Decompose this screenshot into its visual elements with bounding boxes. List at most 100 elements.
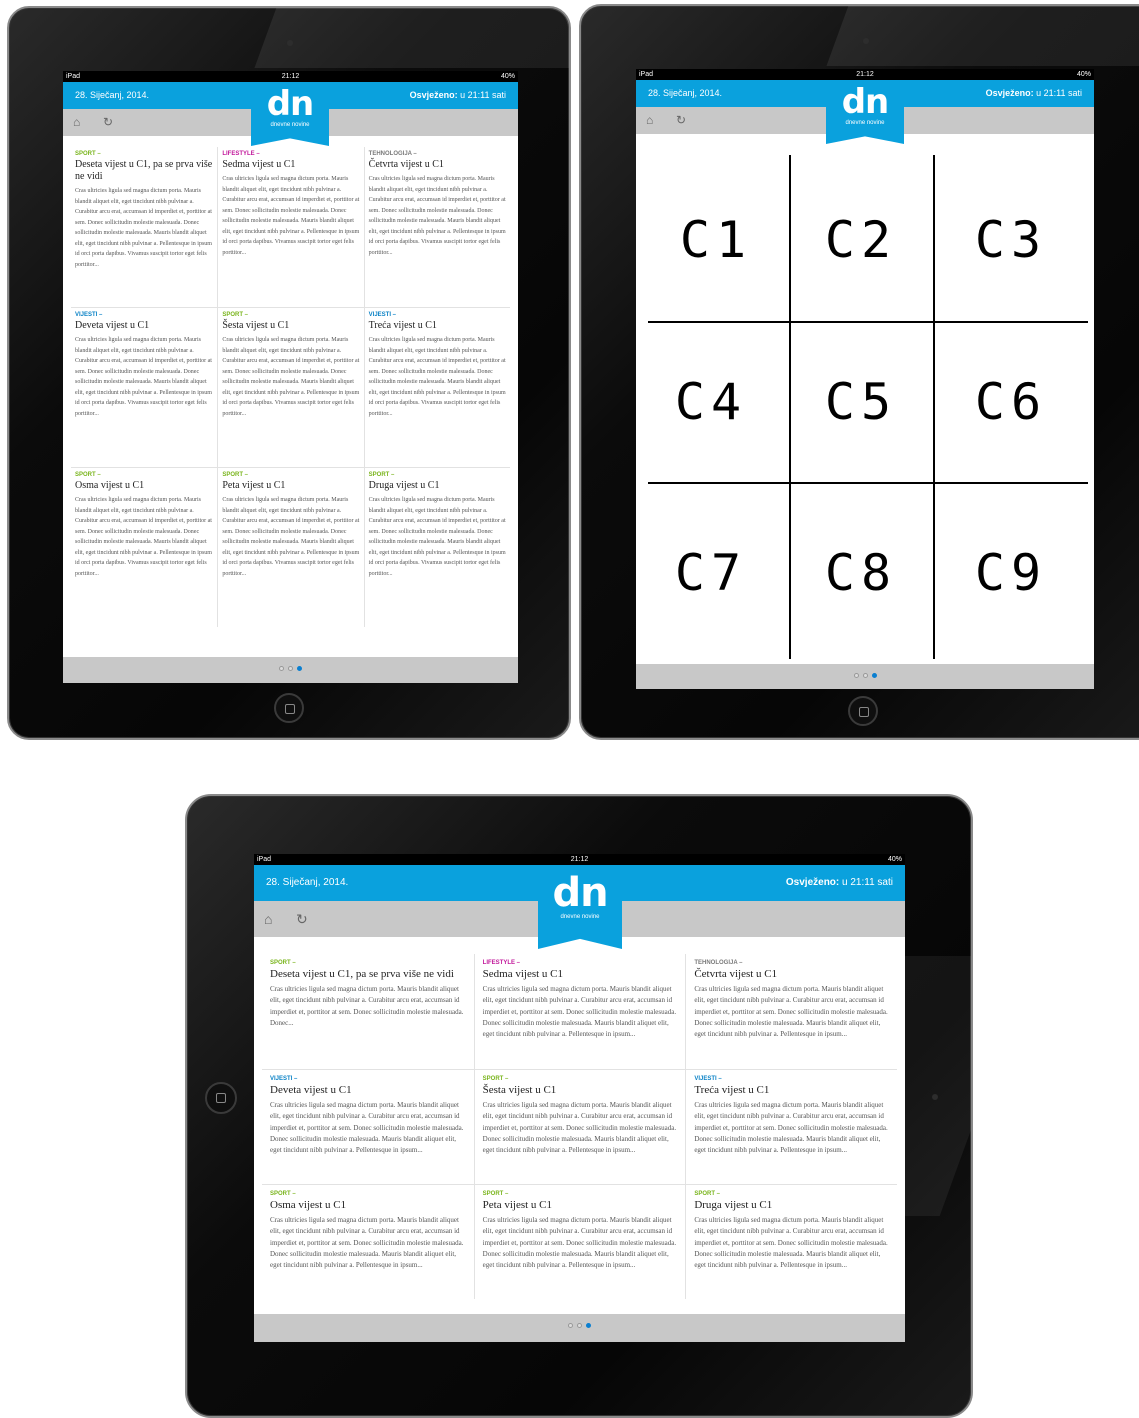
article-card[interactable]: SPORT – Šesta vijest u C1 Cras ultricies l…: [217, 307, 364, 467]
article-title[interactable]: Osma vijest u C1: [270, 1199, 466, 1212]
battery-label: 40%: [1076, 71, 1091, 78]
home-button[interactable]: [274, 693, 304, 723]
page-dot[interactable]: [853, 673, 859, 678]
page-dot[interactable]: [862, 673, 868, 678]
article-card[interactable]: SPORT – Osma vijest u C1 Cras ultricies li…: [262, 1184, 474, 1299]
article-title[interactable]: Četvrta vijest u C1: [694, 968, 889, 981]
refresh-status: Osvježeno: u 21:11 sati: [786, 865, 893, 901]
status-time: 21:12: [281, 73, 300, 80]
screen: iPad 21:12 40% 28. Siječanj, 2014. Osvje…: [254, 854, 905, 1342]
article-card[interactable]: SPORT – Deseta vijest u C1, pa se prva vi…: [262, 954, 474, 1069]
logo-subtitle: dnevne novine: [270, 122, 310, 128]
logo-text: dn: [552, 870, 608, 916]
article-card[interactable]: SPORT – Druga vijest u C1 Cras ultricies l…: [363, 467, 510, 627]
refresh-icon[interactable]: ↻: [676, 113, 686, 127]
article-excerpt: Cras ultricies ligula sed magna dictum p…: [482, 985, 677, 1039]
refresh-value: u 21:11 sati: [842, 877, 893, 888]
article-title[interactable]: Deseta vijest u C1, pa se prva više ne v…: [75, 159, 213, 183]
article-title[interactable]: Deveta vijest u C1: [75, 320, 213, 332]
article-card[interactable]: SPORT – Šesta vijest u C1 Cras ultricies l…: [473, 1069, 686, 1184]
status-bar: iPad 21:12 40%: [63, 71, 518, 82]
header-date: 28. Siječanj, 2014.: [75, 90, 150, 100]
refresh-icon[interactable]: ↻: [296, 911, 308, 928]
page-dot[interactable]: [568, 1323, 573, 1328]
logo[interactable]: dn dnevne novine: [826, 80, 904, 144]
logo-text: dn: [266, 84, 315, 124]
article-title[interactable]: Sedma vijest u C1: [222, 159, 359, 171]
grid-line: [648, 321, 1088, 323]
status-time: 21:12: [570, 856, 589, 863]
article-excerpt: Cras ultricies ligula sed magna dictum p…: [482, 1216, 677, 1270]
wireframe-cell-c7: C7: [674, 544, 748, 602]
article-excerpt: Cras ultricies ligula sed magna dictum p…: [482, 1101, 677, 1155]
home-icon[interactable]: ⌂: [264, 911, 272, 927]
article-card[interactable]: SPORT – Peta vijest u C1 Cras ultricies li…: [473, 1184, 686, 1299]
article-card[interactable]: LIFESTYLE – Sedma vijest u C1 Cras ultrici…: [473, 954, 686, 1069]
article-title[interactable]: Četvrta vijest u C1: [369, 159, 506, 171]
article-category: SPORT –: [222, 312, 249, 318]
home-button[interactable]: [205, 1082, 237, 1114]
page-dot[interactable]: [577, 1323, 582, 1328]
pager-bar: [63, 657, 518, 683]
screen: iPad 21:12 40% 28. Siječanj, 2014. Osvje…: [636, 69, 1094, 689]
article-excerpt: Cras ultricies ligula sed magna dictum p…: [270, 1216, 464, 1270]
article-title[interactable]: Šesta vijest u C1: [222, 320, 359, 332]
article-card[interactable]: TEHNOLOGIJA – Četvrta vijest u C1 Cras ult…: [363, 147, 510, 307]
pager-bar: [254, 1314, 905, 1342]
logo[interactable]: dn dnevne novine: [251, 82, 329, 146]
article-excerpt: Cras ultricies ligula sed magna dictum p…: [222, 497, 360, 577]
page-dot[interactable]: [871, 673, 877, 678]
wireframe-cell-c1: C1: [679, 211, 753, 269]
page-dot[interactable]: [288, 666, 293, 671]
page-indicator[interactable]: [636, 673, 1094, 678]
article-grid: SPORT – Deseta vijest u C1, pa se prva vi…: [71, 147, 510, 647]
article-card[interactable]: VIJESTI – Treća vijest u C1 Cras ultricies…: [685, 1069, 897, 1184]
article-title[interactable]: Deveta vijest u C1: [270, 1084, 466, 1097]
home-button[interactable]: [848, 696, 878, 726]
page-dot[interactable]: [297, 666, 302, 671]
pager-bar: [636, 664, 1094, 689]
article-card[interactable]: TEHNOLOGIJA – Četvrta vijest u C1 Cras ult…: [685, 954, 897, 1069]
refresh-label: Osvježeno:: [985, 88, 1034, 98]
article-card[interactable]: LIFESTYLE – Sedma vijest u C1 Cras ultrici…: [217, 147, 363, 307]
article-card[interactable]: SPORT – Osma vijest u C1 Cras ultricies li…: [71, 467, 218, 627]
page-dot[interactable]: [586, 1323, 591, 1328]
article-excerpt: Cras ultricies ligula sed magna dictum p…: [75, 497, 212, 577]
article-card[interactable]: SPORT – Peta vijest u C1 Cras ultricies li…: [217, 467, 364, 627]
page-indicator[interactable]: [254, 1323, 905, 1328]
page-dot[interactable]: [279, 666, 284, 671]
article-excerpt: Cras ultricies ligula sed magna dictum p…: [75, 188, 212, 268]
page-indicator[interactable]: [63, 666, 518, 671]
article-title[interactable]: Peta vijest u C1: [222, 480, 359, 492]
battery-label: 40%: [887, 856, 902, 863]
refresh-icon[interactable]: ↻: [103, 115, 113, 129]
article-title[interactable]: Sedma vijest u C1: [483, 968, 678, 981]
article-category: VIJESTI –: [694, 1076, 722, 1082]
article-title[interactable]: Peta vijest u C1: [483, 1199, 678, 1212]
logo-subtitle: dnevne novine: [560, 914, 600, 920]
status-bar: iPad 21:12 40%: [254, 854, 905, 865]
home-icon[interactable]: ⌂: [73, 115, 80, 129]
article-excerpt: Cras ultricies ligula sed magna dictum p…: [694, 1101, 888, 1155]
article-card[interactable]: VIJESTI – Deveta vijest u C1 Cras ultricie…: [71, 307, 218, 467]
article-card[interactable]: SPORT – Deseta vijest u C1, pa se prva vi…: [71, 147, 217, 307]
battery-label: 40%: [500, 73, 515, 80]
article-title[interactable]: Druga vijest u C1: [694, 1199, 889, 1212]
article-card[interactable]: VIJESTI – Deveta vijest u C1 Cras ultricie…: [262, 1069, 474, 1184]
refresh-status: Osvježeno: u 21:11 sati: [986, 80, 1082, 107]
article-title[interactable]: Treća vijest u C1: [369, 320, 506, 332]
home-icon[interactable]: ⌂: [646, 113, 653, 127]
header-date: 28. Siječanj, 2014.: [266, 877, 349, 888]
article-excerpt: Cras ultricies ligula sed magna dictum p…: [368, 337, 506, 417]
logo[interactable]: dn dnevne novine: [538, 865, 622, 949]
article-card[interactable]: VIJESTI – Treća vijest u C1 Cras ultricies…: [363, 307, 510, 467]
article-title[interactable]: Osma vijest u C1: [75, 480, 213, 492]
article-title[interactable]: Deseta vijest u C1, pa se prva više ne v…: [270, 968, 466, 981]
ipad-portrait-articles: iPad 21:12 40% 28. Siječanj, 2014. Osvje…: [7, 6, 571, 740]
article-title[interactable]: Druga vijest u C1: [369, 480, 506, 492]
article-title[interactable]: Šesta vijest u C1: [483, 1084, 678, 1097]
article-card[interactable]: SPORT – Druga vijest u C1 Cras ultricies l…: [685, 1184, 897, 1299]
article-grid: SPORT – Deseta vijest u C1, pa se prva vi…: [262, 954, 897, 1304]
refresh-label: Osvježeno:: [409, 90, 458, 100]
article-title[interactable]: Treća vijest u C1: [694, 1084, 889, 1097]
